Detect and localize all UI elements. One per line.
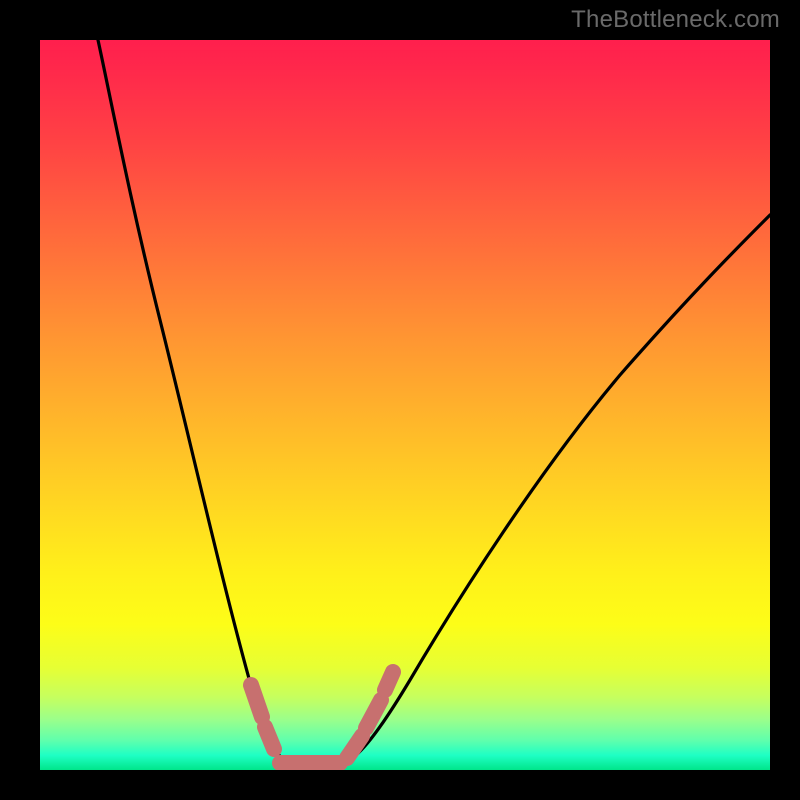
highlight-markers: [251, 672, 393, 763]
watermark-text: TheBottleneck.com: [571, 6, 780, 34]
chart-frame: TheBottleneck.com: [0, 0, 800, 800]
curve-layer: [40, 40, 770, 770]
plot-area: [40, 40, 770, 770]
bottleneck-curve: [98, 40, 770, 765]
